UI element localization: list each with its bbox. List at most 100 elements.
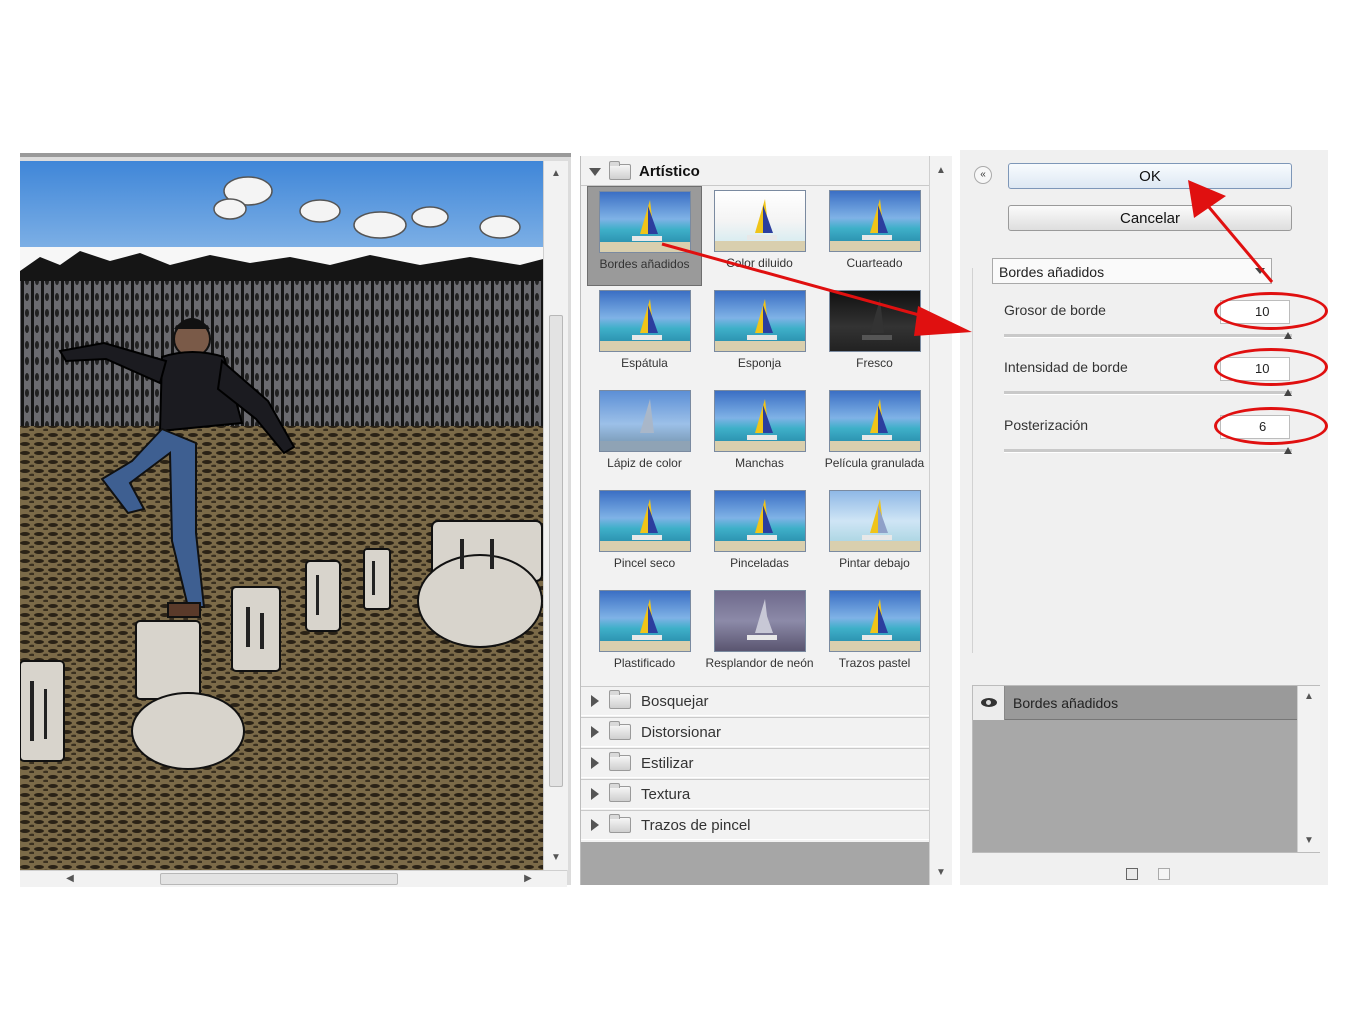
- filter-thumb-label: Pintar debajo: [839, 556, 910, 570]
- settings-panel: « OK Cancelar Bordes añadidos Grosor de …: [960, 150, 1328, 885]
- param-label: Intensidad de borde: [1004, 359, 1128, 375]
- filter-preview-image: [598, 290, 691, 352]
- folder-icon: [609, 814, 631, 833]
- filter-thumb-pinceladas[interactable]: Pinceladas: [702, 486, 817, 586]
- filter-thumb-plastificado[interactable]: Plastificado: [587, 586, 702, 686]
- filter-preview-image: [713, 190, 806, 252]
- slider-thumb-icon[interactable]: [1284, 389, 1292, 396]
- category-label: Trazos de pincel: [641, 816, 751, 834]
- collapse-gallery-icon[interactable]: «: [974, 166, 992, 184]
- category-textura[interactable]: Textura: [581, 779, 929, 809]
- collapse-triangle-icon: [591, 757, 599, 769]
- panel-divider: [972, 268, 973, 653]
- annotation-circle: [1214, 348, 1328, 386]
- filter-thumb-label: Pinceladas: [730, 556, 789, 570]
- filter-preview-image: [828, 390, 921, 452]
- gallery-scrollbar[interactable]: ▲ ▼: [929, 156, 952, 885]
- scroll-up-arrow-icon[interactable]: ▲: [933, 164, 949, 178]
- filter-thumb-label: Pincel seco: [613, 556, 676, 570]
- annotation-circle: [1214, 292, 1328, 330]
- preview-vertical-scrollbar[interactable]: ▲ ▼: [543, 161, 568, 870]
- ok-button[interactable]: OK: [1008, 163, 1292, 189]
- filter-thumb-color-diluido[interactable]: Color diluido: [702, 186, 817, 286]
- collapse-triangle-icon: [591, 726, 599, 738]
- slider-thumb-icon[interactable]: [1284, 332, 1292, 339]
- category-artistico-header[interactable]: Artístico: [581, 158, 929, 186]
- filter-thumb-resplandor-de-neon[interactable]: Resplandor de neón: [702, 586, 817, 686]
- collapse-triangle-icon: [591, 788, 599, 800]
- category-label: Textura: [641, 785, 691, 803]
- filter-thumb-espatula[interactable]: Espátula: [587, 286, 702, 386]
- filter-thumb-fresco[interactable]: Fresco: [817, 286, 932, 386]
- filter-preview-image: [598, 490, 691, 552]
- scroll-up-arrow-icon[interactable]: ▲: [548, 167, 564, 181]
- filter-preview-image: [828, 290, 921, 352]
- grosor-de-borde-slider[interactable]: [1004, 334, 1292, 338]
- param-label: Posterización: [1004, 417, 1089, 433]
- filter-thumb-lapiz-de-color[interactable]: Lápiz de color: [587, 386, 702, 486]
- category-label: Estilizar: [641, 754, 694, 772]
- visibility-toggle[interactable]: [973, 685, 1005, 720]
- scroll-down-arrow-icon[interactable]: ▼: [548, 851, 564, 865]
- vertical-scroll-thumb[interactable]: [549, 315, 563, 787]
- filter-preview-image: [713, 390, 806, 452]
- filter-thumb-label: Espátula: [621, 356, 668, 370]
- filter-thumbnail-grid: Bordes añadidos Color diluido Cuarteado …: [587, 186, 932, 686]
- scroll-down-arrow-icon[interactable]: ▼: [1301, 834, 1317, 848]
- preview-horizontal-scrollbar[interactable]: ◀ ▶: [20, 870, 567, 887]
- filter-preview-image: [598, 590, 691, 652]
- filter-thumb-label: Película granulada: [824, 456, 925, 470]
- cancel-button[interactable]: Cancelar: [1008, 205, 1292, 231]
- scroll-right-arrow-icon[interactable]: ▶: [520, 872, 536, 886]
- preview-image: [20, 161, 543, 870]
- category-bosquejar[interactable]: Bosquejar: [581, 686, 929, 716]
- folder-icon: [609, 752, 631, 771]
- intensidad-de-borde-slider[interactable]: [1004, 391, 1292, 395]
- filter-thumb-esponja[interactable]: Esponja: [702, 286, 817, 386]
- filter-thumb-manchas[interactable]: Manchas: [702, 386, 817, 486]
- category-label: Artístico: [639, 163, 700, 180]
- filter-thumb-label: Fresco: [856, 356, 893, 370]
- collapse-triangle-icon: [591, 695, 599, 707]
- filter-thumb-label: Cuarteado: [846, 256, 903, 270]
- filter-gallery: Artístico Bordes añadidos Color diluido …: [580, 156, 952, 885]
- filter-preview-image: [598, 390, 691, 452]
- filter-preview-image: [828, 490, 921, 552]
- filter-thumb-pincel-seco[interactable]: Pincel seco: [587, 486, 702, 586]
- scroll-up-arrow-icon[interactable]: ▲: [1301, 690, 1317, 704]
- new-effect-layer-icon[interactable]: [1126, 868, 1138, 880]
- scroll-left-arrow-icon[interactable]: ◀: [62, 872, 78, 886]
- delete-effect-layer-icon[interactable]: [1158, 868, 1170, 880]
- horizontal-scroll-thumb[interactable]: [160, 873, 398, 885]
- eye-icon: [980, 698, 997, 707]
- category-estilizar[interactable]: Estilizar: [581, 748, 929, 778]
- chevron-down-icon: [1255, 268, 1265, 274]
- category-distorsionar[interactable]: Distorsionar: [581, 717, 929, 747]
- filter-preview-image: [713, 290, 806, 352]
- scroll-down-arrow-icon[interactable]: ▼: [933, 866, 949, 880]
- filter-preview-image: [828, 590, 921, 652]
- filter-select[interactable]: Bordes añadidos: [992, 258, 1272, 284]
- filter-preview-image: [713, 590, 806, 652]
- layer-label: Bordes añadidos: [1013, 694, 1119, 711]
- filter-thumb-pintar-debajo[interactable]: Pintar debajo: [817, 486, 932, 586]
- folder-icon: [609, 783, 631, 802]
- filter-thumb-trazos-pastel[interactable]: Trazos pastel: [817, 586, 932, 686]
- category-trazos-de-pincel[interactable]: Trazos de pincel: [581, 810, 929, 840]
- filter-thumb-cuarteado[interactable]: Cuarteado: [817, 186, 932, 286]
- filter-thumb-label: Esponja: [737, 356, 782, 370]
- effect-layers-list: Bordes añadidos ▲ ▼: [972, 685, 1320, 853]
- filter-preview-image: [713, 490, 806, 552]
- collapse-triangle-icon: [591, 819, 599, 831]
- layers-scrollbar[interactable]: ▲ ▼: [1297, 686, 1320, 852]
- slider-thumb-icon[interactable]: [1284, 447, 1292, 454]
- folder-icon: [609, 721, 631, 740]
- filter-thumb-bordes-anadidos[interactable]: Bordes añadidos: [587, 186, 702, 286]
- filter-thumb-label: Manchas: [735, 456, 784, 470]
- filter-preview-image: [598, 191, 691, 253]
- preview-pane[interactable]: ▲ ▼ ◀ ▶: [20, 153, 571, 887]
- filter-thumb-label: Color diluido: [726, 256, 793, 270]
- filter-thumb-pelicula-granulada[interactable]: Película granulada: [817, 386, 932, 486]
- layer-row[interactable]: Bordes añadidos: [973, 685, 1297, 720]
- posterizacion-slider[interactable]: [1004, 449, 1292, 453]
